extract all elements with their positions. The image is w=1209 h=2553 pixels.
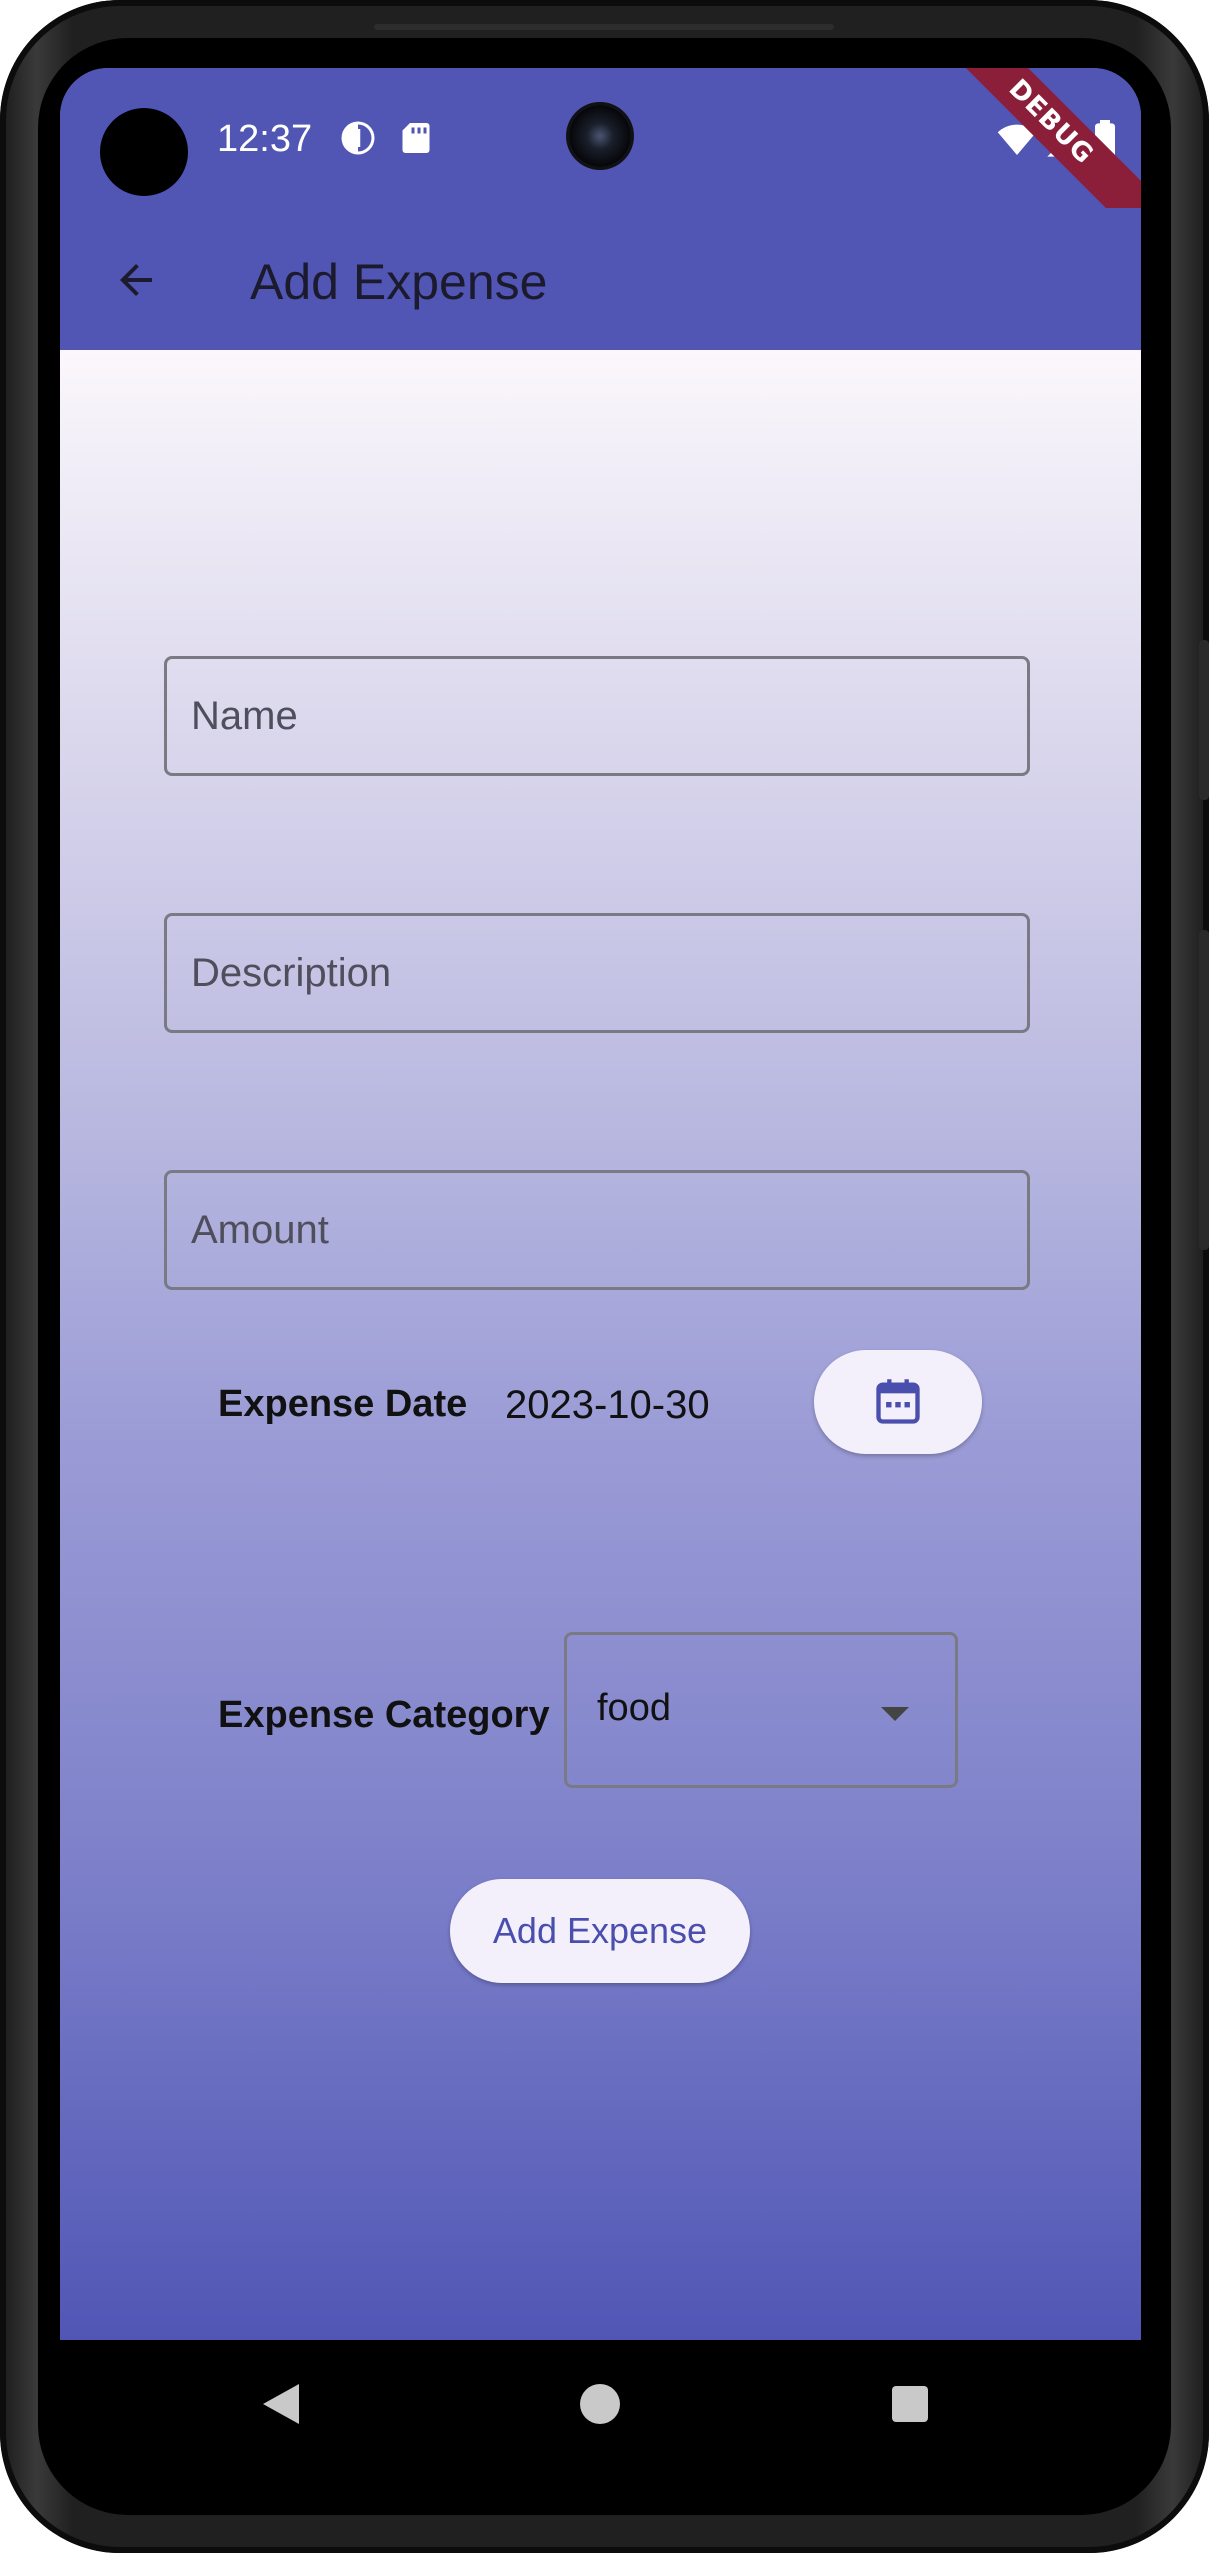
dropdown-arrow-icon (881, 1707, 909, 1721)
nav-recents-icon[interactable] (892, 2386, 928, 2422)
sd-card-icon (402, 123, 430, 153)
expense-category-label: Expense Category (218, 1694, 550, 1736)
earpiece-speaker (374, 24, 834, 30)
name-field[interactable] (164, 656, 1030, 776)
front-camera (569, 105, 631, 167)
expense-date-label: Expense Date (218, 1383, 468, 1425)
app-screen: 12:37 DEBUG Add Expense Name Description… (60, 68, 1141, 2468)
phone-frame: 12:37 DEBUG Add Expense Name Description… (0, 0, 1209, 2553)
form-body: Expense Date 2023-10-30 Expense Category… (60, 350, 1141, 2340)
amount-field[interactable] (164, 1170, 1030, 1290)
nav-back-icon[interactable] (263, 2384, 299, 2424)
calendar-button[interactable] (814, 1350, 982, 1454)
power-button (1199, 640, 1209, 800)
nav-home-icon[interactable] (580, 2384, 620, 2424)
back-button[interactable] (98, 242, 174, 318)
category-selected-value: food (597, 1687, 671, 1729)
status-bar: 12:37 DEBUG (60, 68, 1141, 244)
expense-date-value: 2023-10-30 (505, 1383, 710, 1427)
punch-hole (100, 108, 188, 196)
status-time: 12:37 (217, 118, 313, 160)
add-expense-button[interactable]: Add Expense (450, 1879, 750, 1983)
calendar-icon (876, 1379, 920, 1424)
pinwheel-icon (341, 121, 375, 155)
category-dropdown[interactable]: food (564, 1632, 958, 1788)
arrow-back-icon (120, 264, 152, 296)
navigation-bar (60, 2340, 1141, 2468)
description-field[interactable] (164, 913, 1030, 1033)
volume-rocker (1199, 930, 1209, 1250)
page-title: Add Expense (250, 254, 548, 310)
app-bar: Add Expense (60, 208, 1141, 350)
